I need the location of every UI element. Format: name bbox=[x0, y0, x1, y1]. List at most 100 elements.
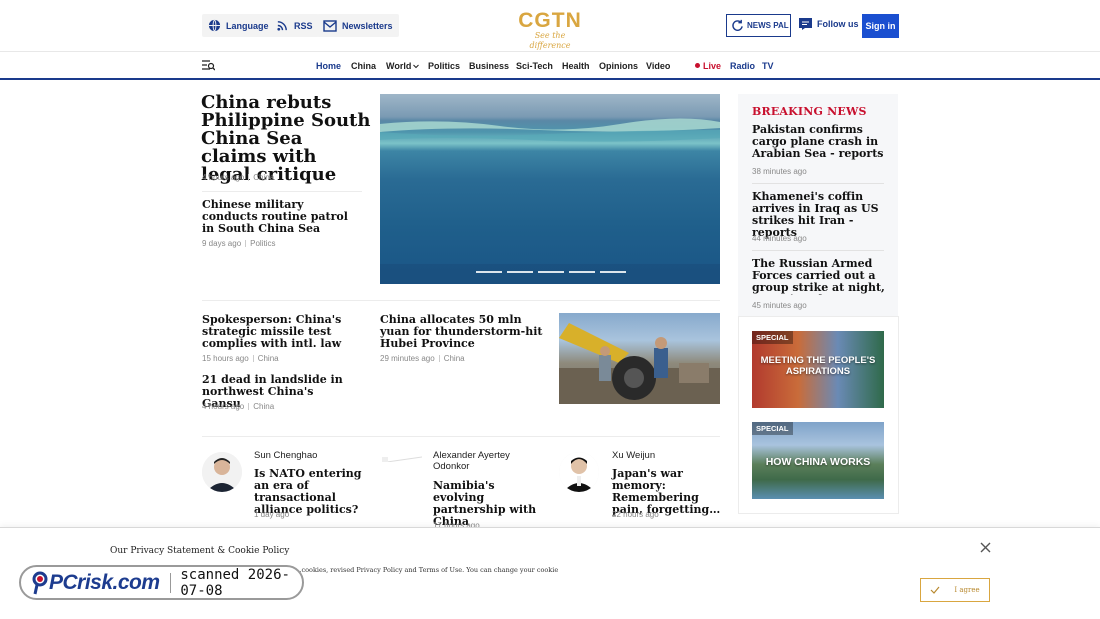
nav-health[interactable]: Health bbox=[562, 61, 590, 71]
nav-world-label: World bbox=[386, 61, 412, 71]
story-meta: 4 hours ago China bbox=[202, 402, 274, 411]
opinion-headline[interactable]: Japan's war memory: Remembering pain, fo… bbox=[612, 468, 722, 516]
newsletters-button[interactable]: Newsletters bbox=[317, 14, 399, 37]
top-story-headline[interactable]: China rebuts Philippine South China Sea … bbox=[201, 94, 371, 184]
carousel-indicators bbox=[476, 271, 626, 273]
top-story-meta: 4 hours ago China bbox=[202, 173, 274, 182]
special-caption: HOW CHINA WORKS bbox=[765, 456, 871, 468]
hero-carousel-image[interactable] bbox=[380, 94, 720, 284]
nav-business[interactable]: Business bbox=[469, 61, 509, 71]
carousel-dot[interactable] bbox=[538, 271, 564, 273]
author-avatar[interactable] bbox=[380, 452, 422, 462]
excavator-storm-photo[interactable] bbox=[559, 313, 720, 404]
breaking-time: 38 minutes ago bbox=[752, 167, 807, 176]
breaking-headline[interactable]: Khamenei's coffin arrives in Iraq as US … bbox=[752, 191, 887, 239]
carousel-dot[interactable] bbox=[476, 271, 502, 273]
author-avatar[interactable] bbox=[559, 452, 599, 492]
story-time: 29 minutes ago bbox=[380, 354, 435, 363]
story-time: 4 hours ago bbox=[202, 402, 245, 411]
author-photo bbox=[202, 452, 242, 492]
cookie-body: …cookies, revised Privacy Policy and Ter… bbox=[295, 566, 559, 574]
nav-tv[interactable]: TV bbox=[762, 61, 774, 71]
main-nav: Home China World Politics Business Sci-T… bbox=[0, 52, 1100, 80]
breaking-headline[interactable]: Pakistan confirms cargo plane crash in A… bbox=[752, 124, 887, 160]
divider bbox=[202, 191, 362, 192]
chevron-down-icon bbox=[413, 64, 420, 69]
carousel-dot[interactable] bbox=[600, 271, 626, 273]
carousel-dot[interactable] bbox=[507, 271, 533, 273]
nav-live-label: Live bbox=[703, 61, 722, 71]
story-meta: 29 minutes ago China bbox=[380, 354, 465, 363]
cleanup-scene-image bbox=[559, 323, 720, 404]
nav-radio[interactable]: Radio bbox=[730, 61, 755, 71]
story-category[interactable]: China bbox=[258, 354, 279, 363]
top-bar: Language RSS Newsletters CGTN See the di… bbox=[0, 0, 1100, 52]
language-label: Language bbox=[226, 20, 269, 31]
top-story-time: 4 hours ago bbox=[202, 173, 245, 182]
author-photo-broken bbox=[380, 455, 422, 462]
agree-button[interactable]: I agree bbox=[920, 578, 990, 602]
breaking-time: 45 minutes ago bbox=[752, 301, 807, 310]
live-dot-icon bbox=[695, 63, 700, 68]
special-banner[interactable]: SPECIAL MEETING THE PEOPLE'S ASPIRATIONS bbox=[752, 331, 884, 408]
divider bbox=[752, 183, 884, 184]
rss-button[interactable]: RSS bbox=[270, 14, 319, 37]
divider bbox=[752, 250, 884, 251]
section-divider bbox=[202, 436, 720, 437]
author-photo bbox=[559, 452, 599, 492]
nav-china[interactable]: China bbox=[351, 61, 376, 71]
logo-text: CGTN bbox=[518, 9, 582, 32]
story-category[interactable]: China bbox=[253, 402, 274, 411]
news-pal-label: NEWS PAL bbox=[747, 21, 789, 30]
breaking-headline[interactable]: The Russian Armed Forces carried out a g… bbox=[752, 258, 887, 295]
pcrisk-watermark: PCrisk.com scanned 2026-07-08 bbox=[19, 565, 304, 600]
carousel-dot[interactable] bbox=[569, 271, 595, 273]
newsletters-label: Newsletters bbox=[342, 20, 393, 31]
story-category[interactable]: Politics bbox=[250, 239, 275, 248]
nav-politics[interactable]: Politics bbox=[428, 61, 460, 71]
nav-home[interactable]: Home bbox=[316, 61, 341, 71]
nav-live[interactable]: Live bbox=[695, 61, 721, 71]
nav-opinions[interactable]: Opinions bbox=[599, 61, 638, 71]
story-meta: 15 hours ago China bbox=[202, 354, 279, 363]
language-button[interactable]: Language bbox=[202, 14, 275, 37]
pcrisk-logo-text: PCrisk.com bbox=[49, 570, 160, 594]
opinion-author[interactable]: Xu Weijun bbox=[612, 450, 655, 461]
story-headline[interactable]: Spokesperson: China's strategic missile … bbox=[202, 314, 362, 350]
section-divider bbox=[202, 300, 720, 301]
opinion-author[interactable]: Alexander Ayertey Odonkor bbox=[433, 450, 523, 472]
opinion-time: 22 hours ago bbox=[612, 510, 659, 519]
breaking-time: 44 minutes ago bbox=[752, 234, 807, 243]
nav-video[interactable]: Video bbox=[646, 61, 670, 71]
story-meta: 9 days ago Politics bbox=[202, 239, 275, 248]
breaking-news-title: BREAKING NEWS bbox=[752, 105, 867, 118]
opinion-author[interactable]: Sun Chenghao bbox=[254, 450, 317, 461]
special-caption: MEETING THE PEOPLE'S ASPIRATIONS bbox=[760, 355, 876, 377]
magnifier-logo-icon bbox=[32, 571, 48, 594]
nav-world[interactable]: World bbox=[386, 61, 420, 71]
cgtn-logo[interactable]: CGTN See the difference bbox=[517, 9, 583, 50]
story-time: 9 days ago bbox=[202, 239, 242, 248]
story-headline[interactable]: Chinese military conducts routine patrol… bbox=[202, 199, 357, 235]
watermark-divider bbox=[169, 572, 171, 593]
follow-us-button[interactable]: Follow us bbox=[799, 18, 859, 30]
news-pal-button[interactable]: NEWS PAL bbox=[726, 14, 791, 37]
menu-search-icon[interactable] bbox=[202, 60, 215, 72]
close-icon[interactable] bbox=[980, 542, 991, 553]
story-headline[interactable]: China allocates 50 mln yuan for thunders… bbox=[380, 314, 545, 350]
check-icon bbox=[930, 586, 940, 594]
sign-in-button[interactable]: Sign in bbox=[862, 14, 899, 38]
scan-date-text: scanned 2026-07-08 bbox=[180, 566, 290, 599]
agree-label: I agree bbox=[954, 586, 980, 594]
story-category[interactable]: China bbox=[444, 354, 465, 363]
author-avatar[interactable] bbox=[202, 452, 242, 492]
special-banner[interactable]: SPECIAL HOW CHINA WORKS bbox=[752, 422, 884, 499]
nav-sci-tech[interactable]: Sci-Tech bbox=[516, 61, 553, 71]
story-time: 15 hours ago bbox=[202, 354, 249, 363]
refresh-icon bbox=[732, 19, 743, 31]
globe-icon bbox=[208, 19, 221, 32]
top-story-category[interactable]: China bbox=[253, 173, 274, 182]
mail-icon bbox=[323, 19, 337, 32]
opinion-headline[interactable]: Is NATO entering an era of transactional… bbox=[254, 468, 364, 516]
special-label: SPECIAL bbox=[752, 422, 793, 435]
